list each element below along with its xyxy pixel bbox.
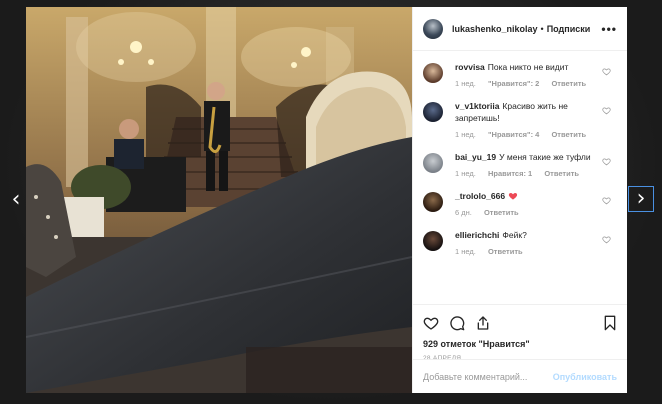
heart-icon[interactable]	[602, 157, 611, 166]
heart-icon[interactable]	[602, 196, 611, 205]
share-icon[interactable]	[475, 315, 491, 331]
like-heart-icon[interactable]	[423, 315, 439, 331]
comment-item: bai_yu_19 У меня такие же туфли 1 нед. Нр…	[423, 151, 617, 178]
comment-item: v_v1ktoriia Красиво жить не запретишь! 1 …	[423, 100, 617, 139]
publish-button[interactable]: Опубликовать	[553, 372, 617, 382]
avatar[interactable]	[423, 153, 443, 173]
author-username[interactable]: lukashenko_nikolay	[452, 24, 538, 34]
chevron-right-icon[interactable]: ›	[628, 186, 654, 212]
post-header: lukashenko_nikolay • Подписки •••	[413, 7, 627, 51]
bookmark-icon[interactable]	[603, 315, 617, 331]
post-photo	[26, 7, 412, 393]
comment-item: rovvisa Пока никто не видит 1 нед. "Нрави…	[423, 61, 617, 88]
post-modal: lukashenko_nikolay • Подписки ••• rovvis…	[26, 7, 627, 393]
post-actions: 929 отметок "Нравится" 28 АПРЕЛЯ	[413, 304, 627, 362]
action-bar	[423, 313, 617, 333]
comment-text: Пока никто не видит	[487, 62, 569, 72]
likes-count[interactable]: 929 отметок "Нравится"	[423, 339, 617, 349]
comment-time: 6 дн.	[455, 208, 472, 217]
avatar[interactable]	[423, 231, 443, 251]
reply-button[interactable]: Ответить	[484, 208, 519, 217]
comment-bubble-icon[interactable]	[449, 315, 465, 331]
comment-time: 1 нед.	[455, 130, 476, 139]
reply-button[interactable]: Ответить	[551, 130, 586, 139]
comment-item: _trololo_666 6 дн. Ответить	[423, 190, 617, 217]
avatar[interactable]	[423, 102, 443, 122]
comment-username[interactable]: v_v1ktoriia	[455, 101, 499, 111]
comment-item: ellierichchi Фейк? 1 нед. Ответить	[423, 229, 617, 256]
more-options-icon[interactable]: •••	[601, 22, 617, 36]
add-comment-bar: Опубликовать	[413, 359, 627, 393]
comment-username[interactable]: _trololo_666	[455, 191, 505, 201]
comment-time: 1 нед.	[455, 247, 476, 256]
chevron-left-icon[interactable]: ‹	[4, 188, 28, 212]
heart-icon[interactable]	[602, 235, 611, 244]
comment-username[interactable]: ellierichchi	[455, 230, 499, 240]
heart-icon[interactable]	[602, 106, 611, 115]
heart-icon[interactable]	[602, 67, 611, 76]
avatar[interactable]	[423, 63, 443, 83]
comment-text: Фейк?	[502, 230, 527, 240]
reply-button[interactable]: Ответить	[544, 169, 579, 178]
header-separator: •	[540, 23, 544, 34]
comment-input[interactable]	[423, 371, 553, 382]
comment-likes[interactable]: Нравится: 1	[488, 169, 532, 178]
comment-username[interactable]: rovvisa	[455, 62, 485, 72]
red-heart-emoji-icon	[508, 193, 518, 200]
comment-time: 1 нед.	[455, 169, 476, 178]
follow-status-button[interactable]: Подписки	[547, 24, 591, 34]
comment-username[interactable]: bai_yu_19	[455, 152, 496, 162]
comment-likes[interactable]: "Нравится": 2	[488, 79, 539, 88]
comment-time: 1 нед.	[455, 79, 476, 88]
comments-list: rovvisa Пока никто не видит 1 нед. "Нрави…	[413, 51, 627, 304]
avatar[interactable]	[423, 192, 443, 212]
avatar[interactable]	[423, 18, 443, 39]
post-photo-image	[26, 7, 412, 393]
post-sidebar: lukashenko_nikolay • Подписки ••• rovvis…	[412, 7, 627, 393]
comment-likes[interactable]: "Нравится": 4	[488, 130, 539, 139]
reply-button[interactable]: Ответить	[488, 247, 523, 256]
reply-button[interactable]: Ответить	[551, 79, 586, 88]
comment-text: У меня такие же туфли	[499, 152, 591, 162]
